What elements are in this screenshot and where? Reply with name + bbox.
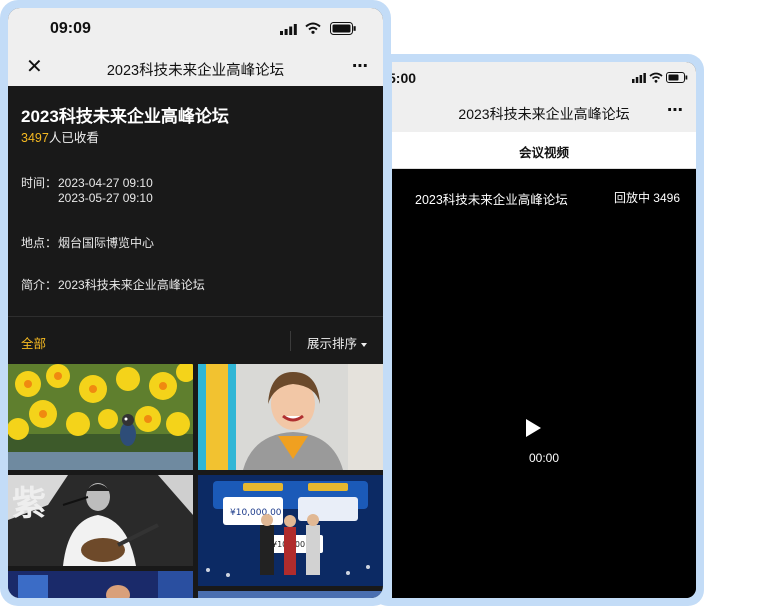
sort-label: 展示排序 bbox=[307, 337, 358, 351]
nav-title: 2023科技未来企业高峰论坛 bbox=[106, 63, 285, 79]
photo-guitarist[interactable]: 紫 bbox=[8, 475, 193, 566]
event-place: 地点：烟台国际博览中心 bbox=[21, 234, 154, 251]
photo-daffodils[interactable] bbox=[8, 364, 193, 470]
divider bbox=[290, 331, 291, 351]
nav-title: 2023科技未来企业高峰论坛 bbox=[458, 106, 630, 122]
close-icon[interactable]: ✕ bbox=[26, 57, 43, 77]
sort-dropdown[interactable]: 展示排序 bbox=[307, 333, 368, 352]
intro-label: 简介： bbox=[21, 278, 58, 292]
filter-bar: 全部 展示排序 bbox=[8, 316, 383, 365]
status-bar: 09:09 bbox=[8, 8, 383, 48]
time-end: 2023-05-27 09:10 bbox=[58, 191, 153, 205]
time-label: 时间： bbox=[21, 176, 58, 190]
intro-value: 2023科技未来企业高峰论坛 bbox=[58, 278, 205, 292]
wifi-icon bbox=[649, 72, 663, 83]
nav-bar: ✕ 2023科技未来企业高峰论坛 ⋯ bbox=[8, 48, 383, 86]
svg-text:¥10,000.00: ¥10,000.00 bbox=[230, 508, 282, 518]
svg-text:紫: 紫 bbox=[12, 484, 46, 524]
status-bar: 5:00 bbox=[392, 62, 696, 92]
video-elapsed-time: 00:00 bbox=[528, 451, 560, 465]
video-player[interactable]: 2023科技未来企业高峰论坛 回放中 3496 00:00 bbox=[392, 169, 696, 598]
view-count-number: 3497 bbox=[21, 131, 49, 145]
tab-bar: 会议视频 bbox=[392, 132, 696, 169]
time-start: 2023-04-27 09:10 bbox=[58, 176, 153, 190]
view-count: 3497人已收看 bbox=[21, 127, 99, 146]
place-label: 地点： bbox=[21, 236, 58, 250]
more-icon[interactable]: ⋯ bbox=[667, 100, 684, 120]
video-title: 2023科技未来企业高峰论坛 bbox=[415, 193, 568, 207]
event-time: 时间： 2023-04-27 09:10 2023-05-27 09:10 bbox=[21, 176, 153, 206]
wifi-icon bbox=[305, 22, 321, 34]
place-value: 烟台国际博览中心 bbox=[58, 236, 155, 250]
photo-stage-crowd[interactable] bbox=[198, 591, 383, 598]
signal-icon bbox=[632, 73, 646, 83]
event-title: 2023科技未来企业高峰论坛 bbox=[21, 107, 229, 126]
event-phone-screen: 09:09 ✕ 2023科技未来企业高峰论坛 ⋯ 2023科技未来企业高峰论坛 bbox=[8, 8, 383, 598]
caret-down-icon bbox=[361, 342, 368, 347]
battery-icon bbox=[330, 22, 356, 35]
video-phone-frame: 5:00 2023科技未来企业高峰论坛 ⋯ 会议视频 2023科 bbox=[372, 54, 704, 606]
photo-stage-lights[interactable] bbox=[8, 571, 193, 598]
event-intro: 简介：2023科技未来企业高峰论坛 bbox=[21, 276, 205, 293]
tab-meeting-video[interactable]: 会议视频 bbox=[392, 142, 696, 161]
video-replay-status: 回放中 3496 bbox=[613, 191, 680, 205]
status-time: 5:00 bbox=[392, 70, 417, 86]
signal-icon bbox=[280, 24, 297, 35]
nav-bar: 2023科技未来企业高峰论坛 ⋯ bbox=[392, 92, 696, 132]
event-info: 2023科技未来企业高峰论坛 3497人已收看 时间： 2023-04-27 0… bbox=[8, 86, 383, 316]
video-phone-screen: 5:00 2023科技未来企业高峰论坛 ⋯ 会议视频 2023科 bbox=[392, 62, 696, 598]
battery-icon bbox=[666, 72, 688, 83]
status-time: 09:09 bbox=[50, 20, 91, 37]
view-count-suffix: 人已收看 bbox=[48, 131, 99, 145]
more-icon[interactable]: ⋯ bbox=[352, 56, 369, 76]
photo-smiling-woman[interactable] bbox=[198, 364, 383, 470]
photo-award-ceremony[interactable]: ¥10,000.00 ¥10,000.00 bbox=[198, 475, 383, 586]
play-icon[interactable] bbox=[526, 419, 541, 437]
event-phone-frame: 09:09 ✕ 2023科技未来企业高峰论坛 ⋯ 2023科技未来企业高峰论坛 bbox=[0, 0, 391, 606]
filter-all-tab[interactable]: 全部 bbox=[21, 333, 46, 352]
